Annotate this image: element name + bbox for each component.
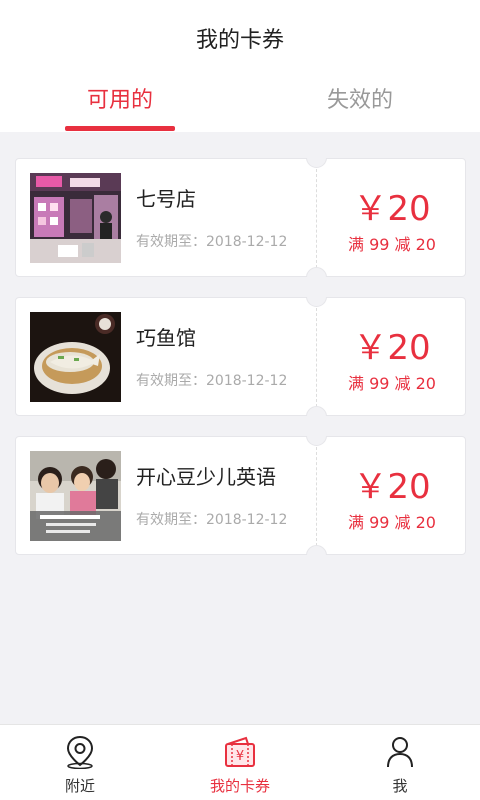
page-title: 我的卡券: [195, 28, 284, 53]
store-name: 开心豆少儿英语: [136, 465, 276, 489]
tabbar-item-nearby[interactable]: 附近: [0, 725, 160, 800]
ticket-notch: [306, 436, 327, 446]
expiry-date: 有效期至：2018-12-12: [136, 512, 288, 528]
ticket-notch: [306, 297, 327, 307]
svg-text:¥: ¥: [236, 749, 244, 764]
ticket-notch: [306, 158, 327, 168]
tabbar-label: 附近: [64, 777, 95, 795]
active-tab-indicator: [65, 126, 175, 131]
ticket-notch: [306, 267, 327, 277]
fish-dish-photo-icon: [30, 312, 121, 402]
expiry-date: 有效期至：2018-12-12: [136, 234, 288, 250]
tabbar-label: 我的卡券: [209, 777, 270, 795]
tabbar-item-me[interactable]: 我: [320, 725, 480, 800]
coupon-thumbnail: [30, 312, 121, 402]
tab-expired[interactable]: 失效的: [240, 82, 480, 114]
coupon-thumbnail: [30, 173, 121, 263]
store-photo-icon: [30, 173, 121, 263]
coupon-condition: 满 99 减 20: [348, 513, 436, 532]
coupon-thumbnail: [30, 451, 121, 541]
kids-class-photo-icon: [30, 451, 121, 541]
tab-available[interactable]: 可用的: [0, 82, 240, 114]
expiry-date: 有效期至：2018-12-12: [136, 373, 288, 389]
coupon-amount: ￥20: [353, 467, 431, 507]
coupon-card[interactable]: 开心豆少儿英语 有效期至：2018-12-12 ￥20 满 99 减 20: [15, 436, 466, 555]
coupon-condition: 满 99 减 20: [348, 235, 436, 254]
store-name: 七号店: [136, 187, 196, 211]
coupon-card[interactable]: 七号店 有效期至：2018-12-12 ￥20 满 99 减 20: [15, 158, 466, 277]
tabbar-label: 我: [392, 777, 408, 795]
coupon-card[interactable]: 巧鱼馆 有效期至：2018-12-12 ￥20 满 99 减 20: [15, 297, 466, 416]
bottom-tab-bar: 附近 ¥ 我的卡券 我: [0, 724, 480, 800]
coupon-amount: ￥20: [353, 189, 431, 229]
location-pin-icon: [66, 735, 94, 769]
coupon-amount: ￥20: [353, 328, 431, 368]
store-name: 巧鱼馆: [136, 326, 196, 350]
ticket-notch: [306, 545, 327, 555]
ticket-notch: [306, 406, 327, 416]
coupon-condition: 满 99 减 20: [348, 374, 436, 393]
coupon-wallet-icon: ¥: [225, 736, 255, 767]
header: 我的卡券 可用的 失效的: [0, 0, 480, 132]
tabbar-item-my-coupons[interactable]: ¥ 我的卡券: [160, 725, 320, 800]
person-icon: [387, 737, 413, 768]
